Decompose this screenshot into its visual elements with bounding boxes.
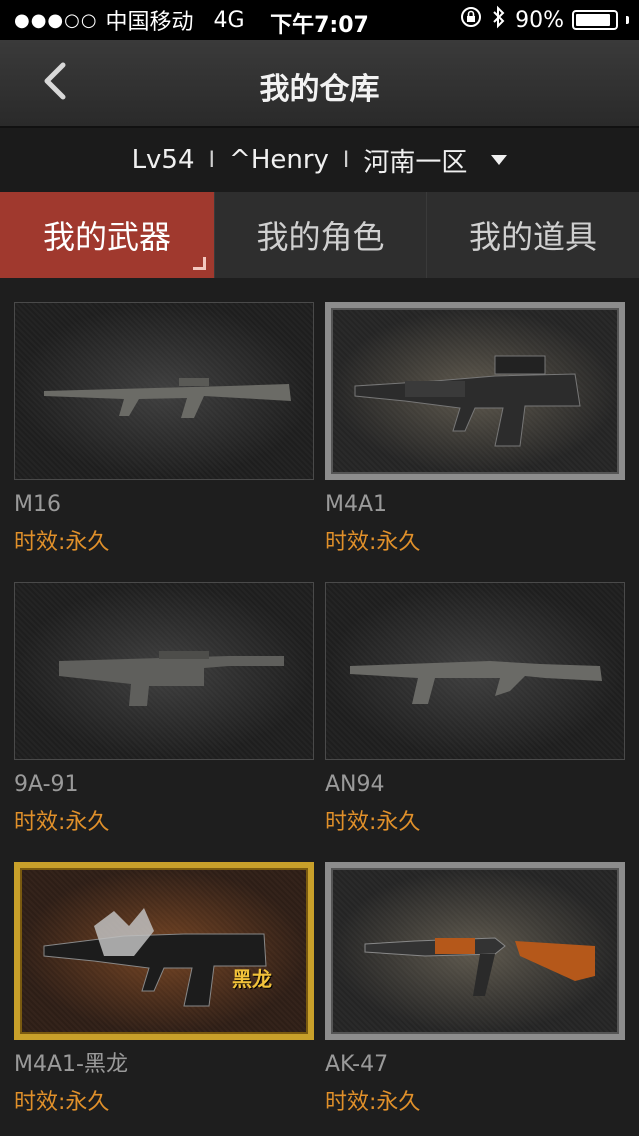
weapon-thumbnail [325,302,625,480]
bluetooth-icon [491,5,507,35]
weapon-badge: 黑龙 [232,967,272,991]
battery-tip [626,16,629,24]
weapon-card[interactable]: M16 时效:永久 [14,302,314,558]
rifle-icon [350,661,602,704]
status-right: 90% [459,0,629,40]
account-name: ^Henry [229,145,329,175]
rifle-icon [354,355,581,447]
rotation-lock-icon [459,5,483,35]
account-selector[interactable]: Lv54 I ^Henry I 河南一区 [0,128,639,192]
tab-characters[interactable]: 我的角色 [214,192,426,278]
weapon-name: M4A1-黑龙 [14,1052,128,1077]
weapon-card[interactable]: AN94 时效:永久 [325,582,625,838]
tab-label: 我的角色 [256,218,385,256]
battery-percent: 90% [515,7,564,33]
separator: I [208,147,216,173]
weapon-duration: 时效:永久 [14,1090,110,1115]
weapon-thumbnail: 黑龙 [14,862,314,1040]
weapon-card[interactable]: 黑龙 M4A1-黑龙 时效:永久 [14,862,314,1118]
rifle-icon [44,378,291,418]
nav-bar: 我的仓库 [0,40,639,128]
weapon-thumbnail [14,302,314,480]
dropdown-arrow-icon [491,155,508,165]
weapon-duration: 时效:永久 [325,1090,421,1115]
tab-bar: 我的武器 我的角色 我的道具 [0,192,639,278]
rifle-icon [43,908,267,1007]
weapon-name: AK-47 [325,1052,389,1077]
weapon-duration: 时效:永久 [14,810,110,835]
account-server: 河南一区 [363,147,468,178]
weapon-name: 9A-91 [14,772,79,797]
weapon-name: M16 [14,492,61,517]
weapon-grid: M16 时效:永久 M4A1 时效:永久 9A-91 时效:永久 AN94 时效… [0,278,639,1136]
weapon-card[interactable]: 9A-91 时效:永久 [14,582,314,838]
weapon-thumbnail [325,862,625,1040]
weapon-thumbnail [325,582,625,760]
battery-fill [576,14,610,26]
status-bar: ●●●○○ 中国移动 4G 下午7:07 90% [0,0,639,40]
battery-icon [572,10,618,30]
weapon-name: AN94 [325,772,385,797]
tab-label: 我的道具 [468,218,597,256]
tab-weapons[interactable]: 我的武器 [0,192,214,278]
weapon-name: M4A1 [325,492,388,517]
weapon-duration: 时效:永久 [325,810,421,835]
weapon-duration: 时效:永久 [325,530,421,555]
weapon-card[interactable]: M4A1 时效:永久 [325,302,625,558]
weapon-card[interactable]: AK-47 时效:永久 [325,862,625,1118]
tab-label: 我的武器 [42,218,171,256]
rifle-icon [364,937,595,996]
account-level: Lv54 [131,145,195,175]
weapon-thumbnail [14,582,314,760]
rifle-icon [59,651,284,706]
weapon-duration: 时效:永久 [14,530,110,555]
page-title: 我的仓库 [259,72,380,107]
separator: I [342,147,350,173]
tab-items[interactable]: 我的道具 [426,192,639,278]
